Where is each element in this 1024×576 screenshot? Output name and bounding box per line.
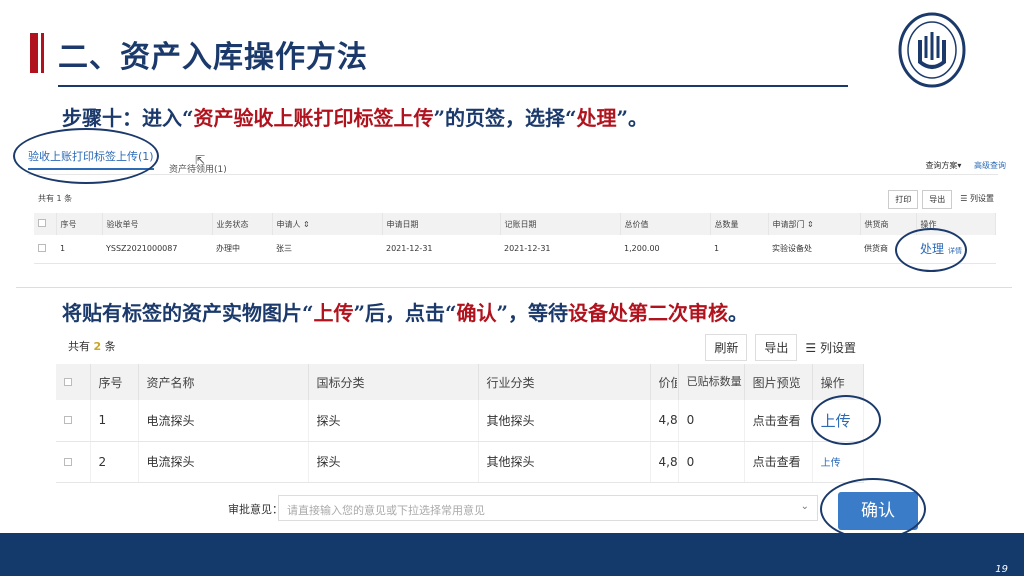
record-count: 共有 1 条 [38, 194, 73, 203]
upload-instruction: 将贴有标签的资产实物图片“上传”后，点击“确认”，等待设备处第二次审核。 [62, 301, 749, 325]
cell-no: 1 [56, 235, 102, 264]
review-opinion-input[interactable]: 请直接输入您的意见或下拉选择常用意见 ⌄ [278, 495, 818, 521]
row-checkbox[interactable] [64, 416, 72, 425]
header-no: 序号 [90, 364, 139, 400]
cell-total-value: 1,200.00 [620, 235, 710, 264]
select-all-checkbox[interactable] [64, 378, 72, 386]
cell-apply-date: 2021-12-31 [382, 235, 500, 264]
footer-bar [0, 533, 1024, 576]
export-button[interactable]: 导出 [755, 334, 798, 361]
highlight-oval-confirm [820, 478, 926, 540]
cell-department: 实验设备处 [768, 235, 860, 264]
highlight-oval-process [895, 228, 967, 272]
header-asset-name: 资产名称 [138, 364, 309, 400]
review-opinion-label: 审批意见： [228, 503, 283, 516]
table-row: 2 电流探头 探头 其他探头 4,8 0 点击查看 上传 [56, 441, 865, 483]
cell-no: 1 [90, 400, 139, 442]
asset-count: 共有 2 条 [68, 340, 116, 353]
page-number: 19 [995, 564, 1008, 575]
header-labeled-count: 已贴标数量 [678, 364, 745, 400]
query-links: 查询方案▾ 高级查询 [915, 160, 1006, 171]
header-checkbox[interactable] [34, 213, 57, 235]
cell-quantity: 1 [710, 235, 768, 264]
header-status: 业务状态 [212, 213, 273, 235]
cell-industry-class: 其他探头 [478, 441, 651, 483]
cell-gb-class: 探头 [308, 400, 479, 442]
table-row: 1 YSSZ2021000087 办理中 张三 2021-12-31 2021-… [34, 235, 996, 264]
title-accent-bar-thin [41, 33, 44, 73]
advanced-query-link[interactable]: 高级查询 [974, 161, 1006, 170]
table-header-row: 序号 资产名称 国标分类 行业分类 价值 已贴标数量 图片预览 操作 [56, 364, 865, 400]
screenshot-acceptance-list: 验收上账打印标签上传(1) 资产待领用(1) ⇱ 查询方案▾ 高级查询 共有 1… [16, 140, 1012, 288]
refresh-button[interactable]: 刷新 [705, 334, 748, 361]
header-post-date: 记账日期 [500, 213, 621, 235]
cell-labeled-count: 0 [678, 400, 745, 442]
header-supplier: 供货商 [860, 213, 917, 235]
column-settings-button[interactable]: ☰ 列设置 [805, 339, 856, 356]
header-gb-class: 国标分类 [308, 364, 479, 400]
select-all-checkbox[interactable] [38, 219, 46, 227]
header-total-value: 总价值 [620, 213, 711, 235]
cell-value: 4,8 [650, 400, 679, 442]
header-apply-date: 申请日期 [382, 213, 501, 235]
header-industry-class: 行业分类 [478, 364, 651, 400]
tab-divider [28, 174, 998, 175]
cell-gb-class: 探头 [308, 441, 479, 483]
highlight-oval-upload [811, 395, 881, 445]
cell-applicant: 张三 [272, 235, 382, 264]
view-image-link[interactable]: 点击查看 [744, 441, 813, 483]
step-ten-instruction: 步骤十：进入“资产验收上账打印标签上传”的页签，选择“处理”。 [62, 106, 649, 130]
cell-no: 2 [90, 441, 139, 483]
mouse-cursor-icon: ⇱ [195, 153, 206, 167]
cell-status: 办理中 [212, 235, 272, 264]
university-logo-icon [898, 12, 966, 88]
cell-asset-name: 电流探头 [138, 441, 309, 483]
asset-toolbar: 刷新 导出 ☰ 列设置 [705, 334, 856, 361]
title-underline [58, 85, 848, 87]
column-settings-button[interactable]: ☰ 列设置 [956, 190, 998, 209]
print-button[interactable]: 打印 [888, 190, 919, 209]
header-applicant[interactable]: 申请人 ⇕ [272, 213, 383, 235]
acceptance-table: 序号 验收单号 业务状态 申请人 ⇕ 申请日期 记账日期 总价值 总数量 申请部… [34, 213, 996, 264]
cell-value: 4,8 [650, 441, 679, 483]
screenshot-asset-upload: 共有 2 条 刷新 导出 ☰ 列设置 序号 资产名称 国标分类 行业分类 价值 … [56, 330, 865, 488]
cell-industry-class: 其他探头 [478, 400, 651, 442]
cell-labeled-count: 0 [678, 441, 745, 483]
export-button[interactable]: 导出 [922, 190, 953, 209]
toolbar: 打印 导出 ☰ 列设置 [888, 190, 998, 209]
table-header-row: 序号 验收单号 业务状态 申请人 ⇕ 申请日期 记账日期 总价值 总数量 申请部… [34, 213, 996, 235]
chevron-down-icon[interactable]: ⌄ [801, 501, 809, 512]
row-checkbox[interactable] [64, 457, 72, 466]
asset-table: 序号 资产名称 国标分类 行业分类 价值 已贴标数量 图片预览 操作 1 电流探… [56, 364, 865, 483]
header-no: 序号 [56, 213, 103, 235]
header-preview: 图片预览 [744, 364, 813, 400]
header-order: 验收单号 [102, 213, 213, 235]
header-department[interactable]: 申请部门 ⇕ [768, 213, 861, 235]
header-quantity: 总数量 [710, 213, 769, 235]
cell-asset-name: 电流探头 [138, 400, 309, 442]
header-value: 价值 [650, 364, 679, 400]
view-image-link[interactable]: 点击查看 [744, 400, 813, 442]
query-scheme-link[interactable]: 查询方案▾ [925, 161, 961, 170]
slide-title: 二、资产入库操作方法 [58, 40, 368, 75]
slide: 二、资产入库操作方法 步骤十：进入“资产验收上账打印标签上传”的页签，选择“处理… [0, 0, 1024, 576]
cell-order-link[interactable]: YSSZ2021000087 [102, 235, 212, 264]
title-accent-bar [30, 33, 38, 73]
table-row: 1 电流探头 探头 其他探头 4,8 0 点击查看 上传 [56, 400, 865, 442]
cell-post-date: 2021-12-31 [500, 235, 620, 264]
row-checkbox[interactable] [38, 243, 46, 252]
upload-button[interactable]: 上传 [821, 458, 841, 469]
highlight-oval-tab [13, 128, 159, 184]
